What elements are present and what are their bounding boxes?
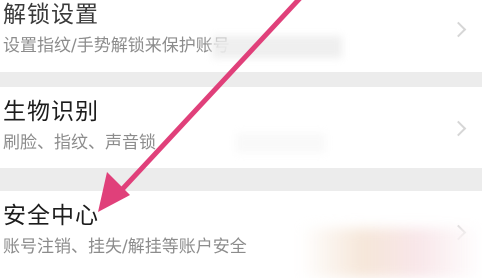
arrow-head — [98, 172, 130, 212]
pointer-arrow-icon — [98, 0, 302, 212]
settings-screen: 解锁设置 设置指纹/手势解锁来保护账号 生物识别 刷脸、指纹、声音锁 安全中心 … — [0, 0, 482, 278]
arrow-shaft — [113, 0, 302, 199]
